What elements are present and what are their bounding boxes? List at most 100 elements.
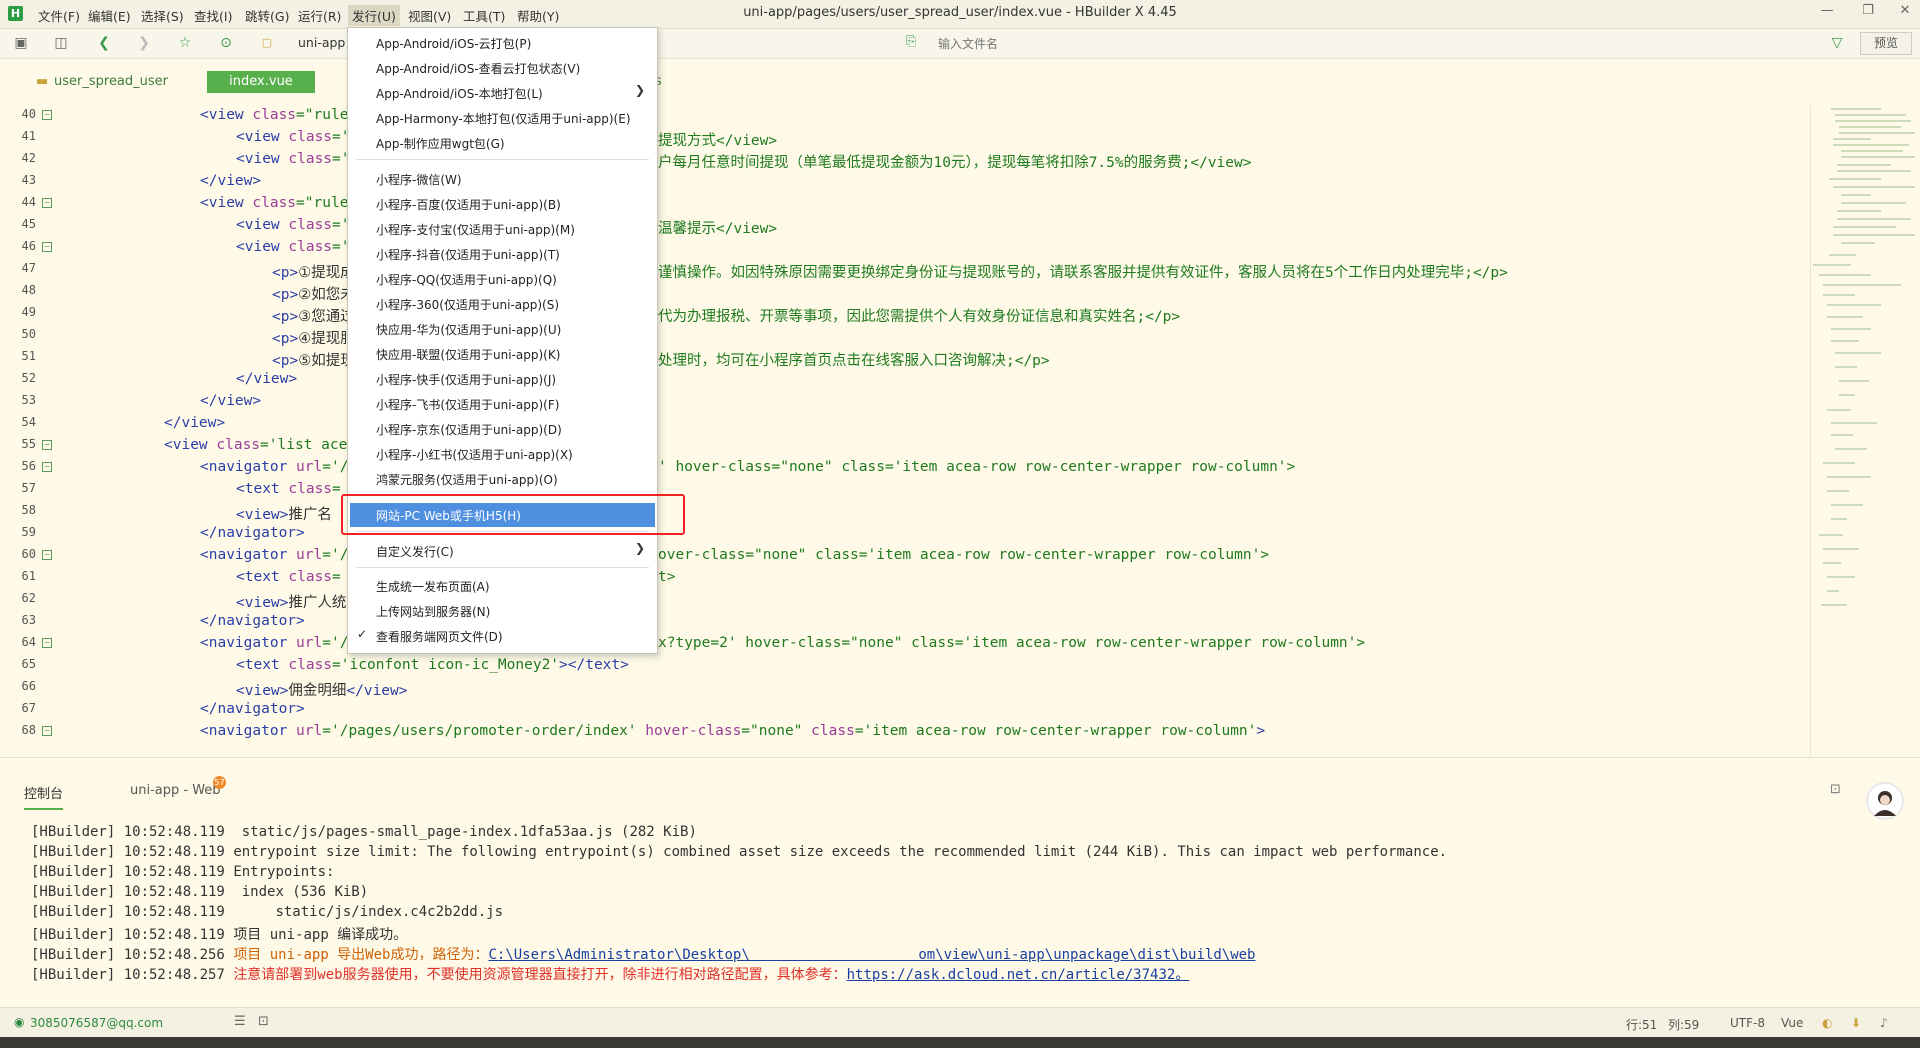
fold-toggle-icon[interactable]: − <box>42 242 52 252</box>
menu-option-jd[interactable]: 小程序-京东(仅适用于uni-app)(D) <box>376 421 562 438</box>
menu-option-app-local-pack[interactable]: App-Android/iOS-本地打包(L) <box>376 85 543 102</box>
fold-toggle-icon[interactable]: − <box>42 440 52 450</box>
file-search-box[interactable]: ⎘ <box>900 33 1780 55</box>
line-number: 43 <box>21 173 36 187</box>
code-fragment-64: x?type=2' hover-class="none" class='item… <box>658 635 1366 651</box>
forward-icon[interactable]: ❯ <box>135 34 153 52</box>
code-line-44: <view class="rule <box>200 195 349 211</box>
log-line: [HBuilder] 10:52:48.119 static/js/index.… <box>31 904 504 920</box>
code-line-67: </navigator> <box>200 701 305 717</box>
menu-option-huawei[interactable]: 快应用-华为(仅适用于uni-app)(U) <box>376 321 561 338</box>
fold-toggle-icon[interactable]: − <box>42 550 52 560</box>
fold-toggle-icon[interactable]: − <box>42 110 52 120</box>
code-line-42: <view class=' <box>236 151 350 167</box>
menu-option-view-server-files[interactable]: 查看服务端网页文件(D) <box>376 628 503 645</box>
submenu-arrow-icon: ❯ <box>634 83 645 97</box>
code-fragment-56: ' hover-class="none" class='item acea-ro… <box>658 459 1296 475</box>
account-label[interactable]: 3085076587@qq.com <box>30 1016 163 1030</box>
code-line-51: <p>⑤如提现 <box>272 353 355 369</box>
line-number: 57 <box>21 481 36 495</box>
menu-option-douyin[interactable]: 小程序-抖音(仅适用于uni-app)(T) <box>376 246 560 263</box>
menu-option-upload-server[interactable]: 上传网站到服务器(N) <box>376 603 490 620</box>
list-icon[interactable]: ☰ <box>234 1014 246 1029</box>
terminal-icon[interactable]: ⊡ <box>258 1014 269 1029</box>
line-number: 44 <box>21 195 36 209</box>
fold-toggle-icon[interactable]: − <box>42 462 52 472</box>
line-number: 42 <box>21 151 36 165</box>
file-search-input[interactable] <box>936 33 1640 55</box>
save-icon[interactable]: ◫ <box>52 34 70 52</box>
breadcrumb[interactable]: uni-app <box>298 35 345 50</box>
fold-toggle-icon[interactable]: − <box>42 638 52 648</box>
bell-icon[interactable]: ♪ <box>1880 1016 1888 1030</box>
code-line-52: </view> <box>236 371 298 387</box>
avatar-image <box>1874 791 1896 816</box>
code-fragment-45: 温馨提示</view> <box>658 221 778 237</box>
avatar[interactable] <box>1866 782 1904 820</box>
menu-option-alipay[interactable]: 小程序-支付宝(仅适用于uni-app)(M) <box>376 221 575 238</box>
line-number: 52 <box>21 371 36 385</box>
fold-toggle-icon[interactable]: − <box>42 198 52 208</box>
code-line-58: <view>推广名 <box>236 507 332 523</box>
export-path-link[interactable]: C:\Users\Administrator\Desktop\ om\view\… <box>488 947 1255 963</box>
console-clear-icon[interactable]: ⊡ <box>1830 782 1841 797</box>
line-number: 48 <box>21 283 36 297</box>
line-number: 46 <box>21 239 36 253</box>
line-number: 56 <box>21 459 36 473</box>
code-line-61: <text class= <box>236 569 341 585</box>
line-number: 53 <box>21 393 36 407</box>
minimap-preview <box>1813 108 1915 606</box>
menu-option-xiaohongshu[interactable]: 小程序-小红书(仅适用于uni-app)(X) <box>376 446 573 463</box>
new-file-icon[interactable]: ▣ <box>12 34 30 52</box>
minimize-button[interactable]: — <box>1815 3 1839 23</box>
tab-uniapp-web[interactable]: uni-app - Web <box>130 783 221 798</box>
menu-option-harmony-service[interactable]: 鸿蒙元服务(仅适用于uni-app)(O) <box>376 471 558 488</box>
line-number: 60 <box>21 547 36 561</box>
fold-toggle-icon[interactable]: − <box>42 726 52 736</box>
docs-link[interactable]: https://ask.dcloud.net.cn/article/37432。 <box>847 967 1190 983</box>
project-icon: ▢ <box>261 36 273 49</box>
filter-icon[interactable]: ▽ <box>1828 34 1846 52</box>
log-line: [HBuilder] 10:52:48.119 项目 uni-app 编译成功。 <box>31 927 408 943</box>
close-button[interactable]: ✕ <box>1893 3 1917 23</box>
cursor-column[interactable]: 列:59 <box>1668 1016 1699 1033</box>
code-line-63: </navigator> <box>200 613 305 629</box>
code-line-68: <navigator url='/pages/users/promoter-or… <box>200 723 1266 739</box>
file-encoding[interactable]: UTF-8 <box>1730 1016 1765 1030</box>
menu-option-harmony-local[interactable]: App-Harmony-本地打包(仅适用于uni-app)(E) <box>376 110 631 127</box>
menu-option-feishu[interactable]: 小程序-飞书(仅适用于uni-app)(F) <box>376 396 559 413</box>
menu-option-360[interactable]: 小程序-360(仅适用于uni-app)(S) <box>376 296 559 313</box>
download-icon[interactable]: ⬇ <box>1851 1016 1861 1030</box>
feedback-icon[interactable]: ◐ <box>1822 1016 1832 1030</box>
maximize-button[interactable]: ❐ <box>1856 3 1880 23</box>
submenu-arrow-icon: ❯ <box>634 541 645 555</box>
menu-option-wechat[interactable]: 小程序-微信(W) <box>376 171 462 188</box>
code-line-66: <view>佣金明细</view> <box>236 683 408 699</box>
tab-console[interactable]: 控制台 <box>24 783 64 810</box>
line-number: 50 <box>21 327 36 341</box>
menu-option-qq[interactable]: 小程序-QQ(仅适用于uni-app)(Q) <box>376 271 557 288</box>
run-icon[interactable]: ⊙ <box>217 34 235 52</box>
code-line-64: <navigator url='/ <box>200 635 349 651</box>
log-line: [HBuilder] 10:52:48.119 Entrypoints: <box>31 864 335 880</box>
menu-option-custom-publish[interactable]: 自定义发行(C) <box>376 543 454 560</box>
toolbar: ▣ ◫ ❮ ❯ ☆ ⊙ ▢ uni-app ⎘ ▽ 预览 <box>0 29 1920 59</box>
menu-option-app-cloud-status[interactable]: App-Android/iOS-查看云打包状态(V) <box>376 60 580 77</box>
file-language[interactable]: Vue <box>1781 1016 1803 1030</box>
tab-index-vue[interactable]: index.vue <box>207 71 315 93</box>
menu-option-kuaishou[interactable]: 小程序-快手(仅适用于uni-app)(J) <box>376 371 556 388</box>
menu-option-app-cloud-pack[interactable]: App-Android/iOS-云打包(P) <box>376 35 531 52</box>
account-icon: ◉ <box>14 1015 25 1029</box>
star-icon[interactable]: ☆ <box>176 34 194 52</box>
menu-option-unified-page[interactable]: 生成统一发布页面(A) <box>376 578 490 595</box>
menu-option-wgt[interactable]: App-制作应用wgt包(G) <box>376 135 505 152</box>
menu-option-quickapp-union[interactable]: 快应用-联盟(仅适用于uni-app)(K) <box>376 346 560 363</box>
preview-button[interactable]: 预览 <box>1860 32 1912 55</box>
back-icon[interactable]: ❮ <box>95 34 113 52</box>
tab-folder[interactable]: user_spread_user <box>54 71 168 93</box>
status-bar: ◉ 3085076587@qq.com ☰ ⊡ 行:51 列:59 UTF-8 … <box>0 1007 1920 1038</box>
minimap[interactable] <box>1810 105 1919 755</box>
line-number: 63 <box>21 613 36 627</box>
menu-option-baidu[interactable]: 小程序-百度(仅适用于uni-app)(B) <box>376 196 561 213</box>
cursor-line[interactable]: 行:51 <box>1626 1016 1657 1033</box>
